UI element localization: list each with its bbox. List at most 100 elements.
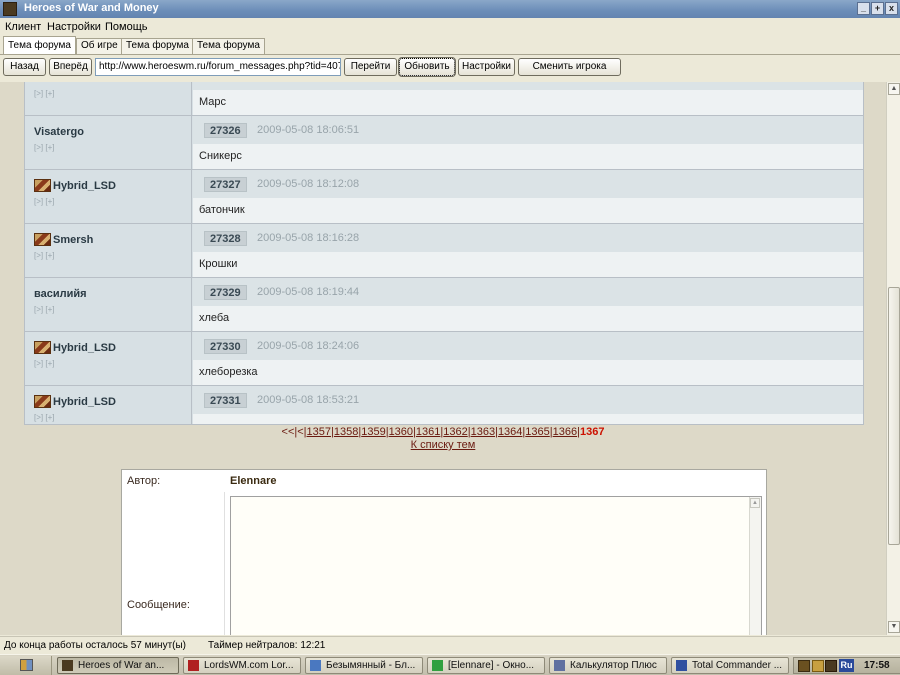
post-author-name[interactable]: Hybrid_LSD: [53, 342, 116, 354]
taskbar-button-label: Total Commander ...: [692, 660, 783, 671]
page-link[interactable]: 1363: [471, 426, 495, 438]
settings-button[interactable]: Настройки: [458, 58, 515, 76]
message-label: Сообщение:: [127, 599, 190, 611]
forum-post: Visatergo [>] [+] 27326 2009-05-08 18:06:51…: [25, 116, 863, 170]
scroll-up-icon[interactable]: ▲: [750, 498, 760, 508]
page-link[interactable]: 1365: [525, 426, 549, 438]
taskbar-button[interactable]: Безымянный - Бл...: [305, 657, 423, 674]
minimize-button[interactable]: _: [857, 2, 870, 15]
post-number[interactable]: 27330: [204, 339, 247, 354]
post-author-links[interactable]: [>] [+]: [34, 251, 54, 260]
menu-settings[interactable]: Настройки: [47, 21, 101, 33]
page-link[interactable]: 1358: [334, 426, 358, 438]
start-button[interactable]: [0, 656, 52, 675]
close-button[interactable]: x: [885, 2, 898, 15]
back-button[interactable]: Назад: [3, 58, 46, 76]
forward-button[interactable]: Вперёд: [49, 58, 92, 76]
taskbar-button[interactable]: Калькулятор Плюс: [549, 657, 667, 674]
forum-post: Smersh [>] [+] 27328 2009-05-08 18:16:28 Кро…: [25, 224, 863, 278]
forum-post: Hybrid_LSD [>] [+] 27330 2009-05-08 18:24:0…: [25, 332, 863, 386]
clan-badge-icon[interactable]: [34, 395, 51, 408]
language-indicator[interactable]: Ru: [839, 659, 854, 672]
navigation-toolbar: Назад Вперёд http://www.heroeswm.ru/foru…: [0, 54, 900, 80]
post-author-links[interactable]: [>] [+]: [34, 197, 54, 206]
post-text: хлеба: [199, 312, 230, 324]
page-scrollbar[interactable]: ▲ ▼: [886, 82, 900, 635]
menu-bar: Клиент Настройки Помощь: [0, 18, 900, 36]
post-number[interactable]: 27328: [204, 231, 247, 246]
tab-about-game[interactable]: Об игре: [76, 38, 123, 54]
post-author-name[interactable]: Visatergo: [34, 126, 84, 138]
go-button[interactable]: Перейти: [344, 58, 397, 76]
post-author-links[interactable]: [>] [+]: [34, 413, 54, 422]
windows-logo-icon: [20, 659, 33, 671]
current-page: 1367: [579, 426, 605, 438]
post-number[interactable]: 27329: [204, 285, 247, 300]
clan-badge-icon[interactable]: [34, 179, 51, 192]
post-header: 27330 2009-05-08 18:24:06: [193, 332, 863, 360]
page-link[interactable]: 1361: [416, 426, 440, 438]
page-link[interactable]: 1360: [389, 426, 413, 438]
taskbar-button[interactable]: Total Commander ...: [671, 657, 789, 674]
post-author-cell: василийя [>] [+]: [25, 278, 192, 331]
scrollbar-thumb[interactable]: [888, 287, 900, 545]
maximize-button[interactable]: +: [871, 2, 884, 15]
scroll-down-arrow-icon[interactable]: ▼: [888, 621, 900, 633]
url-input[interactable]: http://www.heroeswm.ru/forum_messages.ph…: [95, 58, 341, 76]
scroll-up-arrow-icon[interactable]: ▲: [888, 83, 900, 95]
post-author-name[interactable]: василийя: [34, 288, 87, 300]
taskbar-button-label: [Elennare] - Окно...: [448, 660, 535, 671]
post-author-links[interactable]: [>] [+]: [34, 143, 54, 152]
page-link[interactable]: 1364: [498, 426, 522, 438]
post-number[interactable]: 27326: [204, 123, 247, 138]
menu-help[interactable]: Помощь: [105, 21, 148, 33]
menu-client[interactable]: Клиент: [5, 21, 41, 33]
tab-forum-topic-2[interactable]: Тема форума: [121, 38, 194, 54]
post-date: 2009-05-08 18:19:44: [257, 286, 360, 298]
post-author-links[interactable]: [>] [+]: [34, 305, 54, 314]
post-text: Крошки: [199, 258, 238, 270]
post-body: Крошки: [193, 252, 863, 277]
switch-player-button[interactable]: Сменить игрока: [518, 58, 621, 76]
post-author-name[interactable]: Smersh: [53, 234, 93, 246]
post-header: 27329 2009-05-08 18:19:44: [193, 278, 863, 306]
page-link[interactable]: 1362: [443, 426, 467, 438]
post-author-cell: Visatergo [>] [+]: [25, 116, 192, 169]
post-date: 2009-05-08 18:16:28: [257, 232, 360, 244]
taskbar-button[interactable]: LordsWM.com Lor...: [183, 657, 301, 674]
forum-post: Hybrid_LSD [>] [+] 27331 2009-05-08 18:53:2…: [25, 386, 863, 424]
tab-forum-topic-1[interactable]: Тема форума: [3, 36, 76, 54]
post-author-links[interactable]: [>] [+]: [34, 89, 54, 98]
helper-tray-icon[interactable]: [812, 660, 824, 672]
textarea-scrollbar[interactable]: ▲: [749, 497, 761, 635]
author-label: Автор:: [127, 475, 161, 487]
page-link[interactable]: 1366: [553, 426, 577, 438]
post-body: Сникерс: [193, 144, 863, 169]
post-date: 2009-05-08 18:53:21: [257, 394, 360, 406]
message-textarea[interactable]: ▲: [230, 496, 762, 635]
game-tray-icon[interactable]: [798, 660, 810, 672]
refresh-button[interactable]: Обновить: [398, 57, 456, 77]
post-author-links[interactable]: [>] [+]: [34, 359, 54, 368]
app-tray-icon[interactable]: [825, 660, 837, 672]
back-to-topics-link[interactable]: К списку тем: [0, 439, 886, 451]
post-header: 27328 2009-05-08 18:16:28: [193, 224, 863, 252]
post-header: 27327 2009-05-08 18:12:08: [193, 170, 863, 198]
pagination-first-prev[interactable]: <<|<|: [282, 426, 307, 438]
page-link[interactable]: 1357: [307, 426, 331, 438]
clan-badge-icon[interactable]: [34, 341, 51, 354]
taskbar-button[interactable]: [Elennare] - Окно...: [427, 657, 545, 674]
page-link[interactable]: 1359: [361, 426, 385, 438]
post-body: хлеборезка: [193, 360, 863, 385]
post-author-name[interactable]: Hybrid_LSD: [53, 180, 116, 192]
forum-messages-table: [>] [+] Марс Visatergo [>] [+] 27326 2009-05-…: [24, 82, 864, 425]
clan-badge-icon[interactable]: [34, 233, 51, 246]
post-number[interactable]: 27331: [204, 393, 247, 408]
taskbar-app-icon: [62, 660, 73, 671]
post-number[interactable]: 27327: [204, 177, 247, 192]
post-author-cell: Hybrid_LSD [>] [+]: [25, 332, 192, 385]
tab-forum-topic-3[interactable]: Тема форума: [192, 38, 265, 54]
taskbar-button[interactable]: Heroes of War an...: [57, 657, 179, 674]
post-author-name[interactable]: Hybrid_LSD: [53, 396, 116, 408]
neutral-timer: Таймер нейтралов: 12:21: [208, 640, 326, 651]
